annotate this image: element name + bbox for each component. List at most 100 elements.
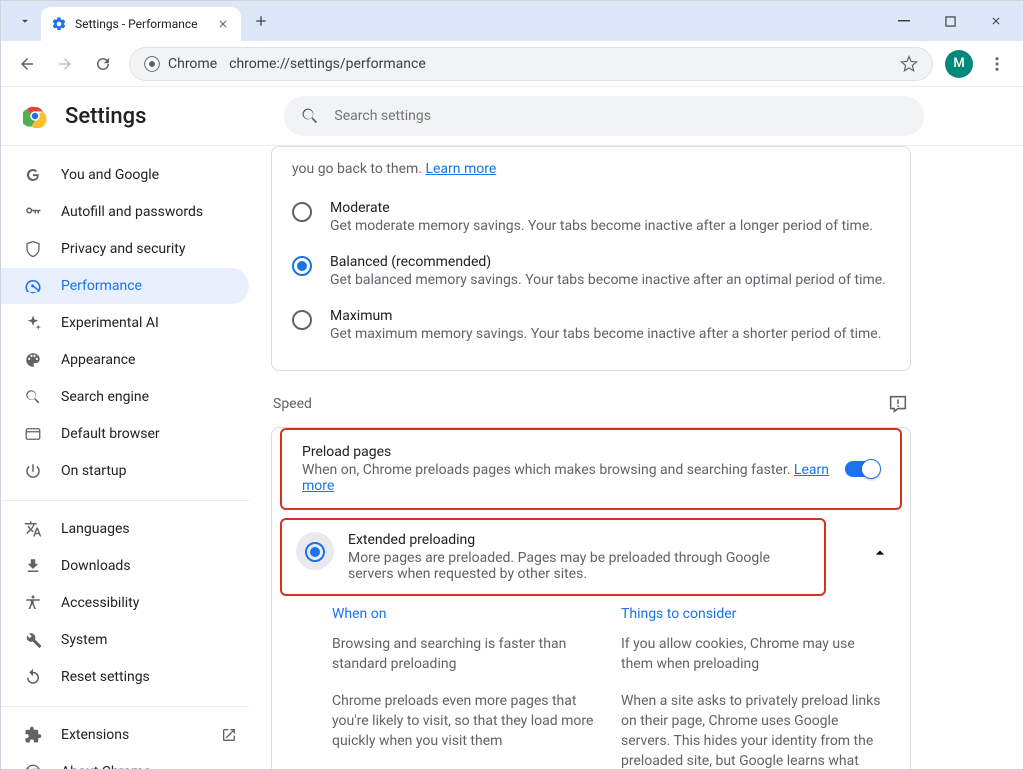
send-feedback-button[interactable] (887, 393, 909, 415)
forward-button[interactable] (49, 48, 81, 80)
memory-option-balanced[interactable]: Balanced (recommended)Get balanced memor… (292, 244, 890, 298)
browser-window: Settings - Performance Chrome M (0, 0, 1024, 770)
sidebar-item-on-startup[interactable]: On startup (1, 453, 249, 489)
things-to-consider-heading: Things to consider (621, 606, 886, 622)
preload-toggle[interactable] (845, 461, 880, 477)
sidebar-item-privacy[interactable]: Privacy and security (1, 231, 249, 267)
chevron-down-icon (18, 14, 32, 28)
browser-icon (23, 425, 43, 443)
plus-icon (253, 13, 269, 29)
sidebar-item-accessibility[interactable]: Accessibility (1, 585, 249, 621)
sidebar-item-autofill[interactable]: Autofill and passwords (1, 194, 249, 230)
memory-intro: you go back to them. Learn more (292, 155, 890, 190)
speed-section-header: Speed (273, 393, 909, 415)
sidebar-item-default-browser[interactable]: Default browser (1, 416, 249, 452)
reset-icon (23, 668, 43, 686)
close-icon (990, 15, 1002, 27)
speed-heading: Speed (273, 396, 312, 412)
settings-search[interactable] (284, 96, 924, 136)
sidebar-item-search-engine[interactable]: Search engine (1, 379, 249, 415)
chrome-outline-icon (23, 763, 43, 769)
site-chip-label: Chrome (168, 56, 217, 72)
google-g-icon (23, 166, 43, 184)
memory-learn-more-link[interactable]: Learn more (425, 161, 496, 177)
page-title: Settings (65, 104, 146, 129)
radio-unchecked-icon[interactable] (292, 310, 312, 330)
new-tab-button[interactable] (247, 7, 275, 35)
close-icon (217, 18, 229, 30)
tab-search-button[interactable] (11, 7, 39, 35)
settings-search-input[interactable] (332, 107, 908, 125)
settings-body: You and Google Autofill and passwords Pr… (1, 145, 1023, 769)
window-controls (881, 1, 1019, 41)
gear-icon (51, 16, 67, 32)
extended-preloading-highlight: Extended preloading More pages are prelo… (280, 518, 826, 596)
arrow-left-icon (18, 55, 36, 73)
address-bar[interactable]: Chrome (129, 47, 933, 81)
translate-icon (23, 520, 43, 538)
settings-header: Settings (1, 87, 1023, 145)
memory-option-moderate[interactable]: ModerateGet moderate memory savings. You… (292, 190, 890, 244)
key-icon (23, 203, 43, 221)
search-icon (300, 106, 320, 126)
reload-icon (94, 55, 112, 73)
radio-checked-icon[interactable] (292, 256, 312, 276)
sidebar-item-extensions[interactable]: Extensions (1, 717, 249, 753)
preload-toggle-row[interactable]: Preload pages When on, Chrome preloads p… (282, 430, 900, 508)
chrome-icon (144, 56, 160, 72)
download-icon (23, 557, 43, 575)
arrow-right-icon (56, 55, 74, 73)
sidebar-item-experimental-ai[interactable]: Experimental AI (1, 305, 249, 341)
browser-menu-button[interactable] (981, 48, 1013, 80)
open-in-new-icon (221, 727, 237, 743)
site-chip: Chrome (144, 56, 217, 72)
sidebar-item-languages[interactable]: Languages (1, 511, 249, 547)
when-on-heading: When on (332, 606, 597, 622)
extended-details: When on Browsing and searching is faster… (272, 596, 910, 769)
chevron-up-icon (870, 543, 890, 563)
wrench-icon (23, 631, 43, 649)
bookmark-button[interactable] (900, 55, 918, 73)
tab-close-button[interactable] (215, 16, 231, 32)
minimize-icon (898, 15, 910, 27)
accessibility-icon (23, 594, 43, 612)
window-minimize-button[interactable] (881, 5, 927, 37)
reload-button[interactable] (87, 48, 119, 80)
star-icon (900, 55, 918, 73)
search-icon (23, 388, 43, 406)
radio-unchecked-icon[interactable] (292, 202, 312, 222)
settings-content: you go back to them. Learn more Moderate… (257, 146, 1023, 769)
memory-saver-card: you go back to them. Learn more Moderate… (271, 146, 911, 371)
window-maximize-button[interactable] (927, 5, 973, 37)
sidebar-item-system[interactable]: System (1, 622, 249, 658)
url-input[interactable] (227, 55, 890, 73)
sidebar-item-you-and-google[interactable]: You and Google (1, 157, 249, 193)
sparkle-icon (23, 314, 43, 332)
tab-strip: Settings - Performance (1, 1, 1023, 41)
sidebar-item-reset[interactable]: Reset settings (1, 659, 249, 695)
sidebar-item-appearance[interactable]: Appearance (1, 342, 249, 378)
palette-icon (23, 351, 43, 369)
back-button[interactable] (11, 48, 43, 80)
sidebar-item-performance[interactable]: Performance (1, 268, 249, 304)
memory-option-maximum[interactable]: MaximumGet maximum memory savings. Your … (292, 298, 890, 352)
maximize-icon (945, 16, 956, 27)
radio-checked-wrap[interactable] (296, 532, 334, 570)
browser-toolbar: Chrome M (1, 41, 1023, 87)
active-tab[interactable]: Settings - Performance (41, 7, 241, 41)
content-scroll[interactable]: you go back to them. Learn more Moderate… (257, 146, 1023, 769)
collapse-button[interactable] (864, 543, 910, 563)
window-close-button[interactable] (973, 5, 1019, 37)
kebab-icon (988, 55, 1006, 73)
shield-icon (23, 240, 43, 258)
sidebar-item-about[interactable]: About Chrome (1, 754, 249, 769)
sidebar-item-downloads[interactable]: Downloads (1, 548, 249, 584)
feedback-icon (887, 393, 909, 415)
settings-sidebar: You and Google Autofill and passwords Pr… (1, 146, 257, 769)
profile-avatar[interactable]: M (945, 50, 973, 78)
speedometer-icon (23, 277, 43, 295)
tab-title: Settings - Performance (75, 17, 207, 31)
preload-card: Preload pages When on, Chrome preloads p… (271, 427, 911, 769)
chrome-logo-icon (23, 104, 47, 128)
power-icon (23, 462, 43, 480)
